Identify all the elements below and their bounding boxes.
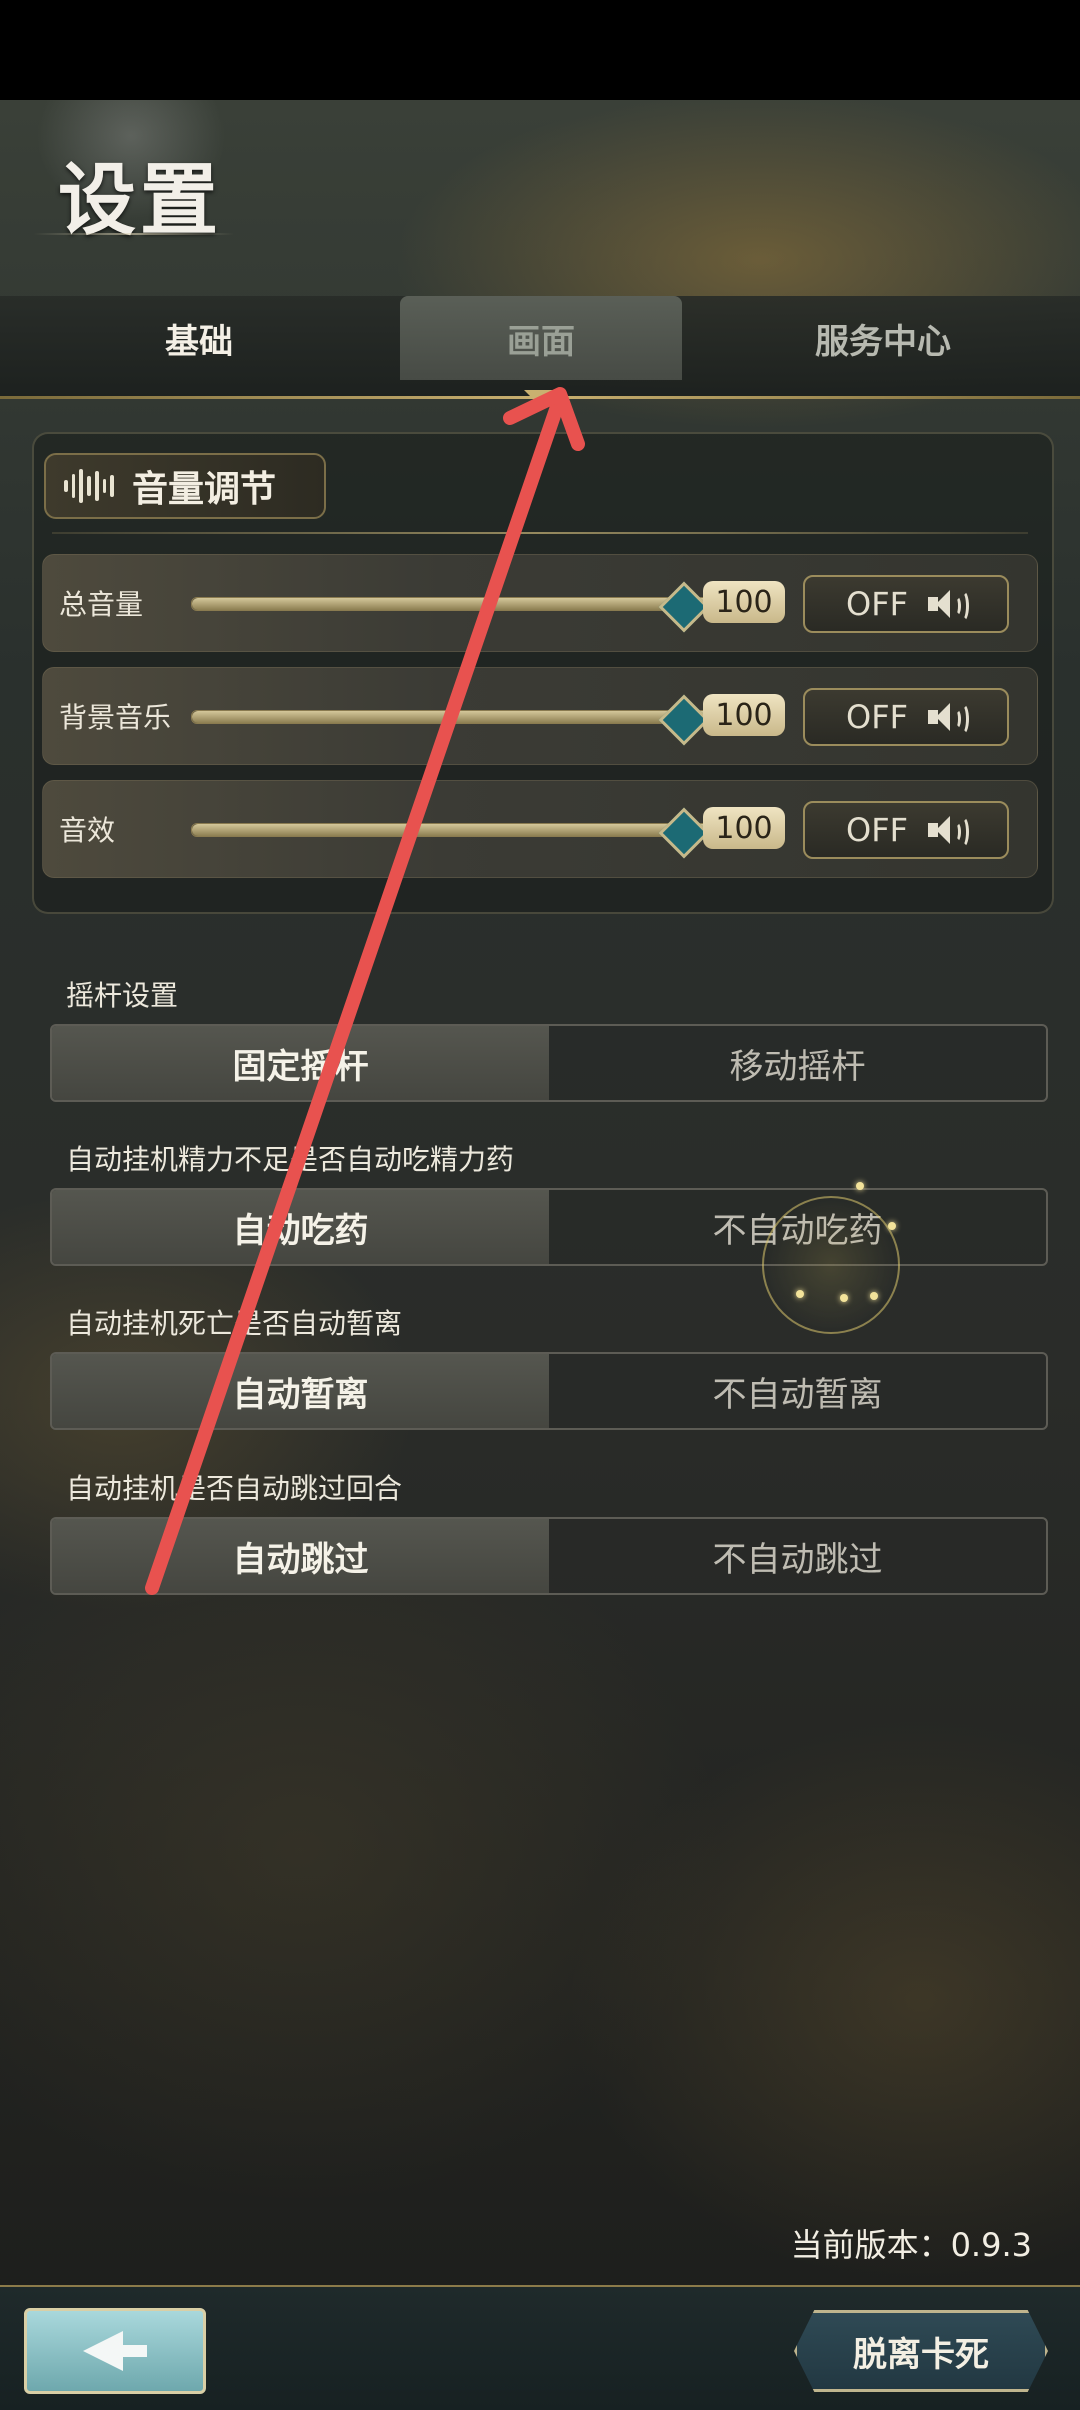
mute-toggle-button[interactable]: OFF bbox=[803, 801, 1009, 859]
mute-label: OFF bbox=[846, 811, 908, 849]
slider-handle[interactable] bbox=[658, 581, 710, 633]
option-auto-skip[interactable]: 自动跳过 bbox=[52, 1519, 549, 1593]
version-text: 当前版本：0.9.3 bbox=[790, 2226, 1032, 2264]
option-no-auto-away[interactable]: 不自动暂离 bbox=[549, 1354, 1046, 1428]
sparkle-dot bbox=[796, 1290, 804, 1298]
sparkle-dot bbox=[870, 1292, 878, 1300]
setting-label-auto-away: 自动挂机死亡是否自动暂离 bbox=[66, 1307, 403, 1340]
slider-handle[interactable] bbox=[658, 694, 710, 746]
panel-divider bbox=[52, 532, 1028, 534]
mute-label: OFF bbox=[846, 585, 908, 623]
tab-graphics[interactable]: 画面 bbox=[400, 296, 682, 380]
mute-toggle-button[interactable]: OFF bbox=[803, 688, 1009, 746]
option-no-auto-skip[interactable]: 不自动跳过 bbox=[549, 1519, 1046, 1593]
setting-label-auto-potion: 自动挂机精力不足是否自动吃精力药 bbox=[66, 1143, 515, 1176]
setting-label-joystick: 摇杆设置 bbox=[66, 979, 179, 1012]
volume-label: 总音量 bbox=[59, 588, 144, 621]
volume-title: 音量调节 bbox=[132, 469, 277, 510]
volume-slider[interactable] bbox=[191, 597, 713, 611]
volume-value: 100 bbox=[703, 807, 785, 849]
floating-assist-orb[interactable] bbox=[762, 1196, 900, 1334]
volume-row-music: 背景音乐 100 OFF bbox=[42, 667, 1038, 765]
volume-value: 100 bbox=[703, 694, 785, 736]
setting-label-auto-skip: 自动挂机是否自动跳过回合 bbox=[66, 1472, 403, 1505]
back-button[interactable] bbox=[24, 2308, 206, 2394]
option-moving-joystick[interactable]: 移动摇杆 bbox=[549, 1026, 1046, 1100]
volume-slider[interactable] bbox=[191, 823, 713, 837]
escape-stuck-button[interactable]: 脱离卡死 bbox=[794, 2310, 1048, 2392]
title-underline bbox=[34, 233, 234, 235]
back-arrow-icon bbox=[83, 2331, 147, 2371]
option-auto-away[interactable]: 自动暂离 bbox=[52, 1354, 549, 1428]
volume-value: 100 bbox=[703, 581, 785, 623]
auto-away-segmented-control: 自动暂离 不自动暂离 bbox=[50, 1352, 1048, 1430]
sound-wave-icon bbox=[64, 468, 115, 504]
speaker-icon bbox=[926, 701, 969, 735]
tab-service-center[interactable]: 服务中心 bbox=[686, 296, 1080, 380]
option-auto-potion[interactable]: 自动吃药 bbox=[52, 1190, 549, 1264]
option-fixed-joystick[interactable]: 固定摇杆 bbox=[52, 1026, 549, 1100]
slider-handle[interactable] bbox=[658, 807, 710, 859]
sparkle-dot bbox=[840, 1294, 848, 1302]
volume-row-master: 总音量 100 OFF bbox=[42, 554, 1038, 652]
joystick-segmented-control: 固定摇杆 移动摇杆 bbox=[50, 1024, 1048, 1102]
mute-toggle-button[interactable]: OFF bbox=[803, 575, 1009, 633]
volume-header: 音量调节 bbox=[44, 453, 326, 519]
auto-skip-segmented-control: 自动跳过 不自动跳过 bbox=[50, 1517, 1048, 1595]
sparkle-dot bbox=[856, 1182, 864, 1190]
speaker-icon bbox=[926, 814, 969, 848]
tab-bar: 基础 画面 服务中心 bbox=[0, 296, 1080, 396]
sparkle-dot bbox=[888, 1222, 896, 1230]
status-bar bbox=[0, 0, 1080, 100]
speaker-icon bbox=[926, 588, 969, 622]
volume-row-sfx: 音效 100 OFF bbox=[42, 780, 1038, 878]
volume-label: 背景音乐 bbox=[59, 701, 172, 734]
volume-slider[interactable] bbox=[191, 710, 713, 724]
mute-label: OFF bbox=[846, 698, 908, 736]
tab-basic[interactable]: 基础 bbox=[0, 296, 398, 380]
volume-label: 音效 bbox=[59, 814, 116, 847]
